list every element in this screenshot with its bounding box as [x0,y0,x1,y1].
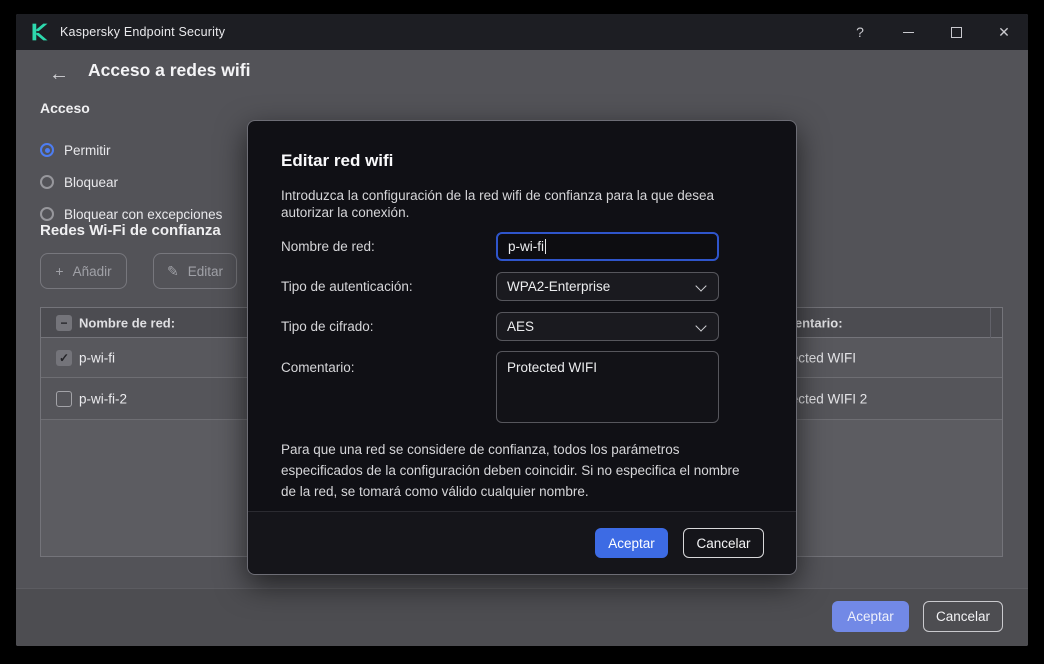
auth-type-label: Tipo de autenticación: [281,272,496,301]
close-icon[interactable]: ✕ [980,14,1028,50]
back-arrow-icon: ← [49,63,69,85]
edit-wifi-dialog: Editar red wifi Introduzca la configurac… [247,120,797,575]
titlebar: Kaspersky Endpoint Security ? ✕ [16,14,1028,50]
help-icon[interactable]: ? [836,14,884,50]
trusted-networks-heading: Redes Wi-Fi de confianza [40,222,221,239]
row-checkbox-checked[interactable]: ✓ [56,350,72,366]
back-button[interactable]: ← [46,62,72,86]
check-icon: ✓ [59,352,69,364]
radio-permitir[interactable]: Permitir [40,140,111,160]
dialog-description: Introduzca la configuración de la red wi… [281,187,751,221]
column-header-name: Nombre de red: [79,315,175,330]
dialog-cancel-button[interactable]: Cancelar [683,528,764,558]
chevron-down-icon [695,280,706,291]
radio-icon [40,207,54,221]
auth-type-select[interactable]: WPA2-Enterprise [496,272,719,301]
dialog-note: Para que una red se considere de confian… [281,439,771,502]
comment-label: Comentario: [281,351,496,423]
kaspersky-logo [30,22,50,42]
edit-button[interactable]: ✎ Editar [153,253,237,289]
row-checkbox-unchecked[interactable] [56,391,72,407]
encryption-type-select[interactable]: AES [496,312,719,341]
radio-icon [40,175,54,189]
app-window: Kaspersky Endpoint Security ? ✕ ← Acceso… [16,14,1028,646]
dialog-footer: Aceptar Cancelar [248,511,796,574]
app-title: Kaspersky Endpoint Security [60,14,225,50]
dialog-title: Editar red wifi [281,151,393,171]
chevron-down-icon [695,320,706,331]
plus-icon: + [55,263,63,279]
add-button[interactable]: + Añadir [40,253,127,289]
select-all-checkbox[interactable]: − [56,315,72,331]
encryption-type-label: Tipo de cifrado: [281,312,496,341]
radio-bloquear[interactable]: Bloquear [40,172,118,192]
text-caret [545,239,546,254]
maximize-icon[interactable] [932,14,980,50]
minimize-icon[interactable] [884,14,932,50]
radio-bloquear-con-excepciones[interactable]: Bloquear con excepciones [40,204,222,224]
page-title: Acceso a redes wifi [88,60,250,81]
scrollbar-gutter-divider [990,308,991,338]
pencil-icon: ✎ [167,263,179,280]
accept-button[interactable]: Aceptar [832,601,909,632]
network-name-input[interactable]: p-wi-fi [496,232,719,261]
radio-selected-icon [40,143,54,157]
dialog-accept-button[interactable]: Aceptar [595,528,668,558]
cancel-button[interactable]: Cancelar [923,601,1003,632]
window-footer: Aceptar Cancelar [16,588,1028,646]
comment-textarea[interactable]: Protected WIFI [496,351,719,423]
indeterminate-icon: − [60,317,67,329]
access-heading: Acceso [40,100,90,116]
network-name-label: Nombre de red: [281,232,496,261]
